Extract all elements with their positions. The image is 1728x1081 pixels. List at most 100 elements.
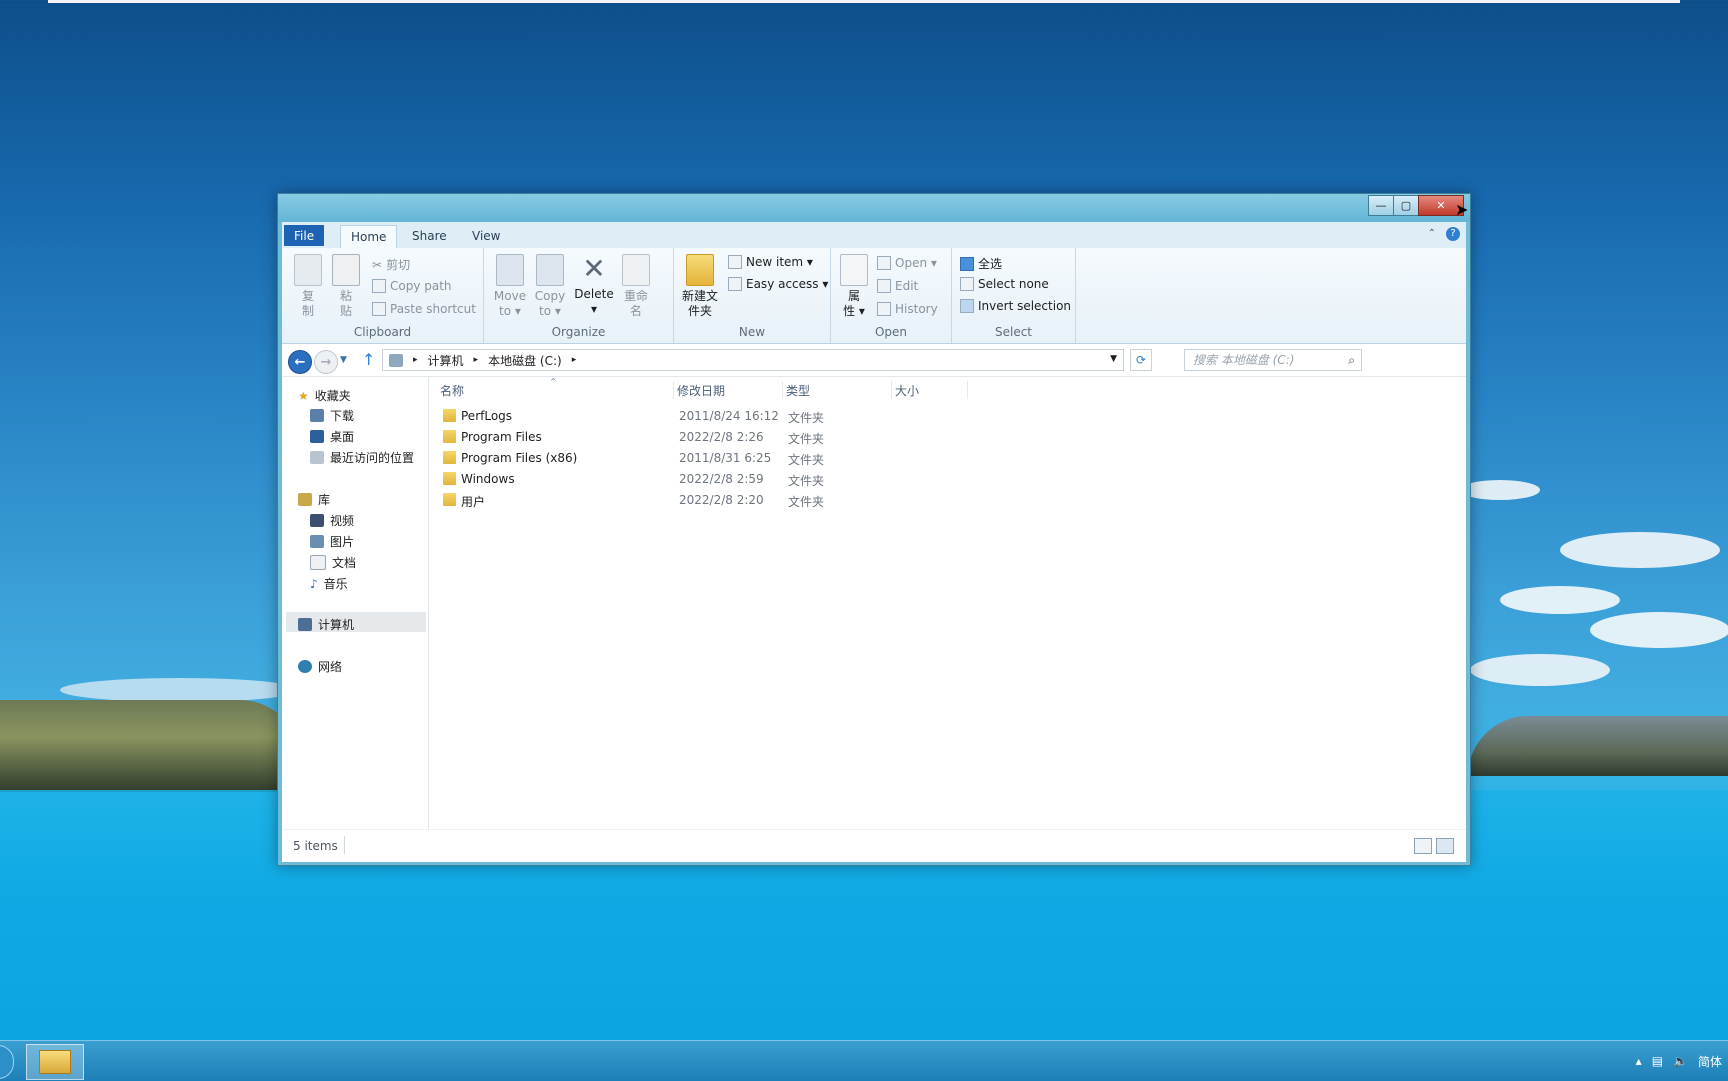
- rename-button[interactable]: 重命 名: [618, 254, 654, 319]
- delete-button[interactable]: ✕ Delete ▾: [572, 254, 616, 317]
- file-list: 名称 ^ 修改日期 类型 大小 PerfLogs 2011/8/24 16:12 文…: [429, 377, 1466, 829]
- table-row[interactable]: 用户 2022/2/8 2:20 文件夹: [429, 490, 1029, 510]
- help-icon[interactable]: ?: [1446, 227, 1460, 241]
- edit-button[interactable]: Edit: [877, 279, 918, 293]
- explorer-window: — ▢ ✕ File Home Share View ⌃ ? 复 制 粘 贴 ✂: [277, 193, 1471, 866]
- invert-selection-button[interactable]: Invert selection: [960, 299, 1071, 313]
- breadcrumb-separator-icon[interactable]: ▸: [572, 355, 577, 365]
- tab-home[interactable]: Home: [340, 225, 398, 249]
- move-to-button[interactable]: Move to ▾: [492, 254, 528, 319]
- network-icon: [298, 660, 312, 673]
- cut-button[interactable]: ✂ 剪切: [372, 256, 410, 273]
- ribbon-collapse-icon[interactable]: ⌃: [1428, 228, 1436, 239]
- tab-view[interactable]: View: [462, 225, 510, 247]
- documents-icon: [310, 555, 326, 570]
- large-icons-view-icon[interactable]: [1436, 838, 1454, 854]
- folder-icon: [443, 493, 456, 506]
- back-arrow-icon: ←: [294, 354, 306, 370]
- status-bar: 5 items: [282, 829, 1466, 862]
- column-header-name[interactable]: 名称: [440, 382, 464, 399]
- nav-pictures[interactable]: 图片: [310, 533, 354, 550]
- copy-path-button[interactable]: Copy path: [372, 279, 452, 293]
- copy-button[interactable]: 复 制: [294, 254, 322, 319]
- table-row[interactable]: Program Files (x86) 2011/8/31 6:25 文件夹: [429, 448, 1029, 468]
- clipboard-group: 复 制 粘 贴 ✂ 剪切 Copy path Paste shortcut Cli…: [282, 248, 484, 343]
- language-indicator[interactable]: 简体: [1698, 1053, 1722, 1070]
- nav-music[interactable]: ♪ 音乐: [310, 575, 348, 592]
- nav-network[interactable]: 网络: [298, 658, 342, 675]
- address-dropdown-icon[interactable]: ▼: [1110, 354, 1117, 364]
- back-button[interactable]: ←: [288, 350, 312, 374]
- recent-locations-dropdown-icon[interactable]: ▼: [340, 355, 347, 365]
- breadcrumb-separator-icon[interactable]: ▸: [474, 355, 479, 365]
- recent-places-icon: [310, 451, 324, 464]
- paste-shortcut-button[interactable]: Paste shortcut: [372, 302, 476, 316]
- properties-button[interactable]: 属 性 ▾: [837, 254, 871, 319]
- ribbon: 复 制 粘 贴 ✂ 剪切 Copy path Paste shortcut Cli…: [282, 248, 1466, 344]
- select-none-icon: [960, 277, 974, 291]
- minimize-button[interactable]: —: [1368, 195, 1394, 216]
- folder-icon: [443, 409, 456, 422]
- system-tray: ▴ ▤ 🔈 简体: [1636, 1041, 1722, 1081]
- scissors-icon: ✂: [372, 257, 383, 272]
- details-view-icon[interactable]: [1414, 838, 1432, 854]
- hill-right: [1468, 716, 1728, 776]
- navigation-pane: ★ 收藏夹 下载 桌面 最近访问的位置 库 视频 图片 文档 ♪ 音乐 计算机 网络: [282, 377, 429, 829]
- start-button[interactable]: [0, 1045, 14, 1079]
- copy-to-button[interactable]: Copy to ▾: [532, 254, 568, 319]
- open-group: 属 性 ▾ Open ▾ Edit History Open: [831, 248, 952, 343]
- table-row[interactable]: Windows 2022/2/8 2:59 文件夹: [429, 469, 1029, 489]
- downloads-folder-icon: [310, 409, 324, 422]
- folder-icon: [443, 430, 456, 443]
- new-item-button[interactable]: New item ▾: [728, 255, 813, 269]
- column-header-type[interactable]: 类型: [786, 382, 810, 399]
- history-button[interactable]: History: [877, 302, 938, 316]
- select-group: 全选 Select none Invert selection Select: [952, 248, 1076, 343]
- maximize-button[interactable]: ▢: [1393, 195, 1419, 216]
- nav-libraries[interactable]: 库: [298, 491, 330, 508]
- nav-recent[interactable]: 最近访问的位置: [310, 449, 414, 466]
- breadcrumb-drive[interactable]: 本地磁盘 (C:): [488, 352, 562, 369]
- up-arrow-icon[interactable]: ↑: [362, 350, 375, 369]
- column-header-modified[interactable]: 修改日期: [677, 382, 725, 399]
- search-icon[interactable]: ⌕: [1348, 350, 1355, 370]
- paste-button[interactable]: 粘 贴: [332, 254, 360, 319]
- network-tray-icon[interactable]: ▤: [1652, 1054, 1663, 1068]
- open-button[interactable]: Open ▾: [877, 256, 937, 270]
- hill-left: [0, 700, 300, 792]
- delete-x-icon: ✕: [582, 252, 606, 285]
- taskbar-file-explorer[interactable]: [26, 1044, 84, 1080]
- select-all-button[interactable]: 全选: [960, 255, 1002, 272]
- copy-path-icon: [372, 279, 386, 293]
- nav-downloads[interactable]: 下载: [310, 407, 354, 424]
- nav-computer[interactable]: 计算机: [298, 616, 354, 633]
- edit-icon: [877, 279, 891, 293]
- search-input[interactable]: 搜索 本地磁盘 (C:) ⌕: [1184, 349, 1362, 371]
- volume-icon[interactable]: 🔈: [1673, 1054, 1688, 1068]
- select-none-button[interactable]: Select none: [960, 277, 1049, 291]
- nav-favorites[interactable]: ★ 收藏夹: [298, 387, 351, 404]
- refresh-icon[interactable]: ⟳: [1130, 349, 1152, 371]
- window-body: File Home Share View ⌃ ? 复 制 粘 贴 ✂ 剪切 Cop…: [282, 222, 1466, 862]
- table-row[interactable]: PerfLogs 2011/8/24 16:12 文件夹: [429, 406, 1029, 426]
- taskbar: ▴ ▤ 🔈 简体: [0, 1040, 1728, 1081]
- nav-desktop[interactable]: 桌面: [310, 428, 354, 445]
- tab-share[interactable]: Share: [402, 225, 457, 247]
- address-box[interactable]: ▸ 计算机 ▸ 本地磁盘 (C:) ▸ ▼: [382, 349, 1124, 371]
- column-header-size[interactable]: 大小: [895, 382, 919, 399]
- forward-button[interactable]: →: [314, 350, 338, 374]
- title-bar[interactable]: [278, 194, 1470, 222]
- history-icon: [877, 302, 891, 316]
- nav-documents[interactable]: 文档: [310, 554, 356, 571]
- videos-icon: [310, 514, 324, 527]
- tray-expand-icon[interactable]: ▴: [1636, 1054, 1642, 1068]
- table-row[interactable]: Program Files 2022/2/8 2:26 文件夹: [429, 427, 1029, 447]
- new-folder-button[interactable]: 新建文 件夹: [678, 254, 722, 319]
- easy-access-button[interactable]: Easy access ▾: [728, 277, 828, 291]
- breadcrumb-computer[interactable]: 计算机: [428, 352, 464, 369]
- nav-videos[interactable]: 视频: [310, 512, 354, 529]
- breadcrumb-separator-icon[interactable]: ▸: [413, 355, 418, 365]
- computer-icon: [298, 618, 312, 631]
- tab-file[interactable]: File: [284, 225, 325, 246]
- invert-selection-icon: [960, 299, 974, 313]
